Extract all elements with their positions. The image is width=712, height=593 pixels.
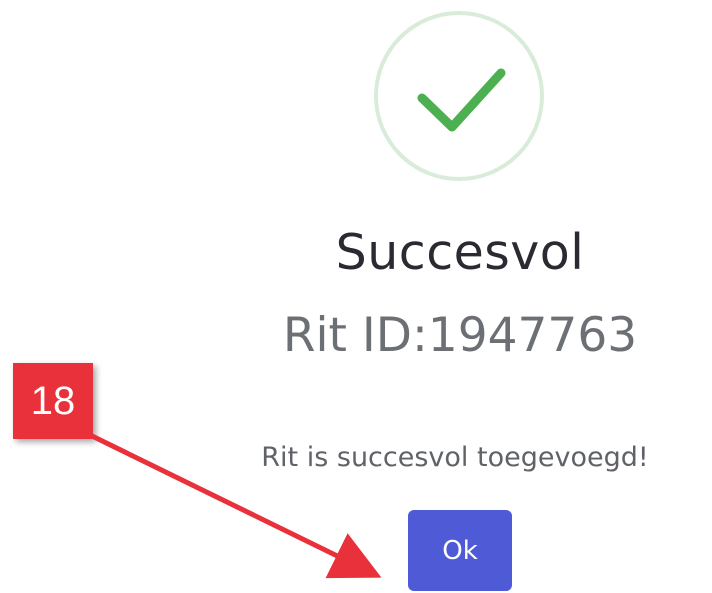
success-icon-ring [374,11,544,181]
step-badge: 18 [13,363,93,439]
ok-button[interactable]: Ok [408,510,512,591]
dialog-title: Succesvol [335,224,585,281]
success-dialog: Succesvol Rit ID:1947763 Rit is succesvo… [0,0,712,593]
checkmark-icon [417,68,506,132]
ride-id-label: Rit ID:1947763 [282,308,638,363]
dialog-message: Rit is succesvol toegevoegd! [261,442,649,473]
annotation-arrow [88,432,382,579]
